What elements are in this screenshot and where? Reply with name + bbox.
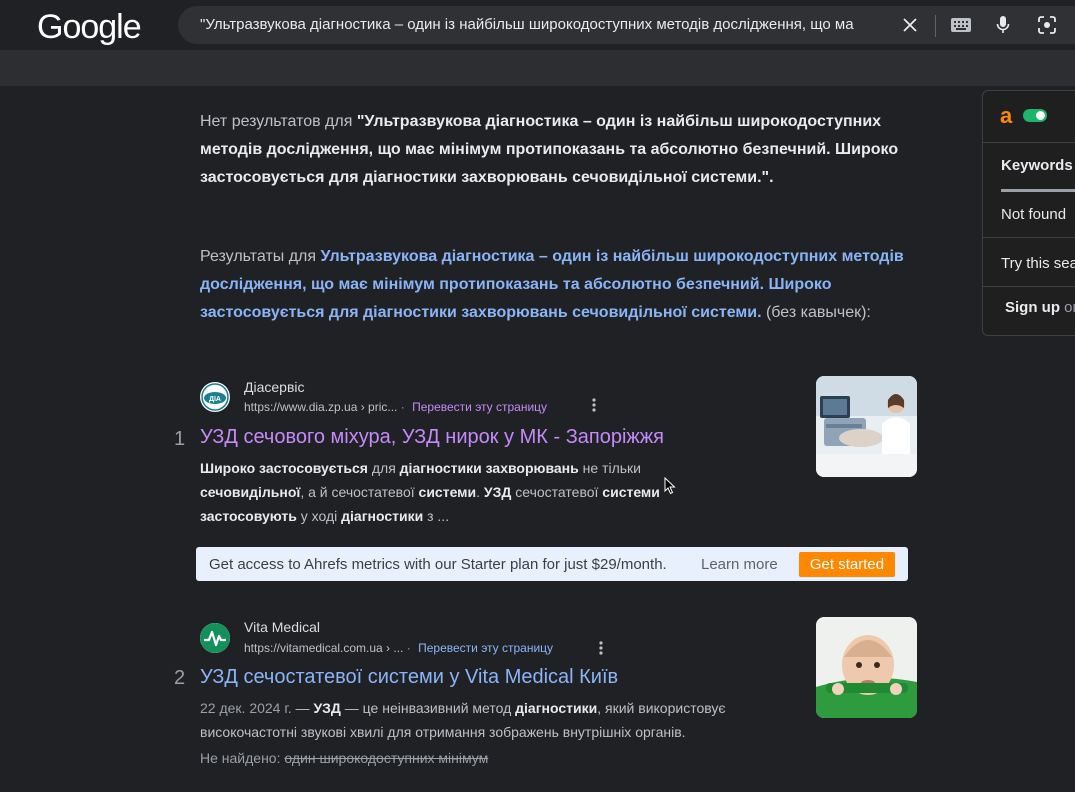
keyboard-icon[interactable] xyxy=(949,13,973,37)
header: Google "Ультразвукова діагностика – один… xyxy=(0,0,1075,86)
panel-divider xyxy=(983,142,1075,143)
ahrefs-toggle[interactable] xyxy=(1023,109,1047,122)
sign-up-link[interactable]: Sign up xyxy=(1005,299,1060,316)
tabs-strip xyxy=(0,50,1075,86)
missing-label: Не найдено: xyxy=(200,750,281,766)
more-options-icon[interactable] xyxy=(592,398,596,415)
result-site-name[interactable]: Vita Medical xyxy=(244,619,320,635)
search-input[interactable]: "Ультразвукова діагностика – один із най… xyxy=(200,16,888,33)
mouse-cursor-icon xyxy=(664,476,676,495)
diaservis-favicon: ДІА xyxy=(200,382,230,412)
panel-divider xyxy=(983,286,1075,287)
more-options-icon[interactable] xyxy=(599,641,603,658)
vita-medical-favicon xyxy=(200,623,230,653)
missing-terms: один широкодоступних мінімум xyxy=(284,750,489,766)
get-started-button[interactable]: Get started xyxy=(799,552,895,577)
keywords-status: Not found xyxy=(1001,206,1067,223)
no-results-prefix: Нет результатов для xyxy=(200,113,357,130)
translate-link[interactable]: Перевести эту страницу xyxy=(412,400,547,414)
result-thumbnail-ultrasound[interactable] xyxy=(816,376,917,477)
panel-divider xyxy=(983,237,1075,238)
result-snippet: Широко застосовується для діагностики за… xyxy=(200,460,660,524)
result-title-link[interactable]: УЗД сечостатевої системи у Vita Medical … xyxy=(200,666,618,689)
ahrefs-logo[interactable]: a xyxy=(1000,103,1012,129)
tab-underline xyxy=(1001,189,1075,192)
ahrefs-promo-bar: Get access to Ahrefs metrics with our St… xyxy=(196,547,908,581)
showing-prefix: Результаты для xyxy=(200,248,321,265)
search-result-1: 1 ДІА Діасервіс https://www.dia.zp.ua › … xyxy=(160,376,920,536)
google-logo[interactable]: Google xyxy=(37,8,142,47)
no-results-suffix: . xyxy=(769,169,774,186)
result-title-link[interactable]: УЗД сечового міхура, УЗД нирок у МК - За… xyxy=(200,426,664,449)
search-result-2: 2 Vita Medical https://vitamedical.com.u… xyxy=(160,617,920,777)
ahrefs-promo-text: Get access to Ahrefs metrics with our St… xyxy=(209,556,667,573)
result-url[interactable]: https://vitamedical.com.ua › ... · Перев… xyxy=(244,641,553,655)
result-number: 2 xyxy=(174,667,186,689)
svg-text:ДІА: ДІА xyxy=(209,396,221,403)
translate-link[interactable]: Перевести эту страницу xyxy=(418,641,553,655)
showing-results-message: Результаты для Ультразвукова діагностика… xyxy=(200,243,920,327)
showing-suffix: (без кавычек): xyxy=(761,304,871,321)
sign-up-line: Sign up or xyxy=(1005,299,1075,316)
lens-icon[interactable] xyxy=(1035,13,1059,37)
try-this-link[interactable]: Try this sea xyxy=(1001,255,1075,272)
result-site-name[interactable]: Діасервіс xyxy=(244,379,305,395)
result-thumbnail-baby[interactable] xyxy=(816,617,917,718)
sign-up-suffix: or xyxy=(1064,299,1075,316)
result-snippet: 22 дек. 2024 г. — УЗД — це неінвазивний … xyxy=(200,700,726,740)
result-url[interactable]: https://www.dia.zp.ua › pric... · Переве… xyxy=(244,400,547,414)
microphone-icon[interactable] xyxy=(991,13,1015,37)
no-results-message: Нет результатов для "Ультразвукова діагн… xyxy=(200,108,920,192)
result-number: 1 xyxy=(174,428,186,450)
result-url-text[interactable]: https://vitamedical.com.ua › ... xyxy=(244,641,403,655)
missing-terms-line: Не найдено: один широкодоступних мінімум xyxy=(200,746,720,770)
search-divider xyxy=(935,15,936,37)
learn-more-link[interactable]: Learn more xyxy=(701,556,778,573)
ahrefs-side-panel: a Keywords Not found Try this sea Sign u… xyxy=(982,90,1075,336)
search-box[interactable]: "Ультразвукова діагностика – один із най… xyxy=(178,6,1075,44)
clear-icon[interactable] xyxy=(898,13,922,37)
result-url-text[interactable]: https://www.dia.zp.ua › pric... xyxy=(244,400,397,414)
tab-keywords[interactable]: Keywords xyxy=(1001,157,1073,174)
